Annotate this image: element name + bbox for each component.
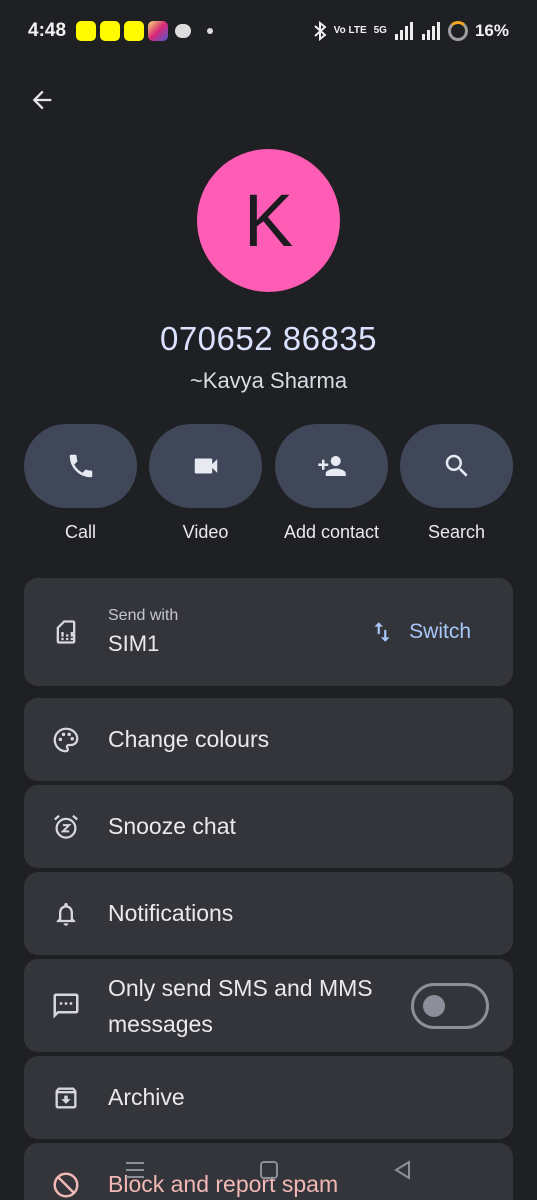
recents-button[interactable] bbox=[123, 1158, 147, 1182]
send-with-card: Send with SIM1 Switch bbox=[24, 578, 513, 686]
battery-icon bbox=[447, 21, 468, 41]
more-notifications-dot-icon bbox=[207, 28, 214, 34]
home-button[interactable] bbox=[257, 1158, 281, 1182]
system-nav-bar bbox=[0, 1150, 537, 1190]
add-contact-label: Add contact bbox=[283, 522, 380, 542]
add-person-icon bbox=[317, 456, 346, 476]
snapchat-icon bbox=[76, 21, 97, 41]
notifications-label: Notifications bbox=[108, 900, 234, 926]
menu-lines-icon bbox=[125, 1162, 144, 1178]
palette-icon bbox=[53, 727, 79, 752]
battery-level: 16% bbox=[474, 21, 509, 40]
notifications-item[interactable]: Notifications bbox=[24, 872, 513, 955]
status-indicators: Vo LTE 5G 16% bbox=[313, 21, 509, 41]
search-pill[interactable] bbox=[400, 424, 513, 508]
notification-icons bbox=[76, 21, 214, 41]
switch-label: Switch bbox=[409, 620, 471, 643]
search-label: Search bbox=[427, 522, 486, 542]
snooze-chat-item[interactable]: Snooze chat bbox=[24, 785, 513, 868]
home-square-icon bbox=[259, 1161, 278, 1179]
signal-strength-icon bbox=[421, 22, 440, 40]
add-contact-button[interactable]: Add contact bbox=[275, 424, 388, 544]
send-with-value: SIM1 bbox=[108, 631, 160, 656]
signal-strength-icon bbox=[394, 22, 413, 40]
video-label: Video bbox=[182, 522, 229, 542]
toggle-knob bbox=[423, 994, 445, 1017]
send-with-text: Send with SIM1 bbox=[108, 607, 178, 657]
sms-mms-toggle[interactable] bbox=[411, 982, 489, 1029]
chat-bubble-icon bbox=[175, 24, 192, 38]
call-label: Call bbox=[64, 522, 96, 542]
video-icon bbox=[194, 458, 217, 474]
archive-item[interactable]: Archive bbox=[24, 1056, 513, 1139]
5g-indicator: 5G bbox=[373, 25, 387, 36]
swap-vertical-icon bbox=[374, 622, 390, 642]
sim-card-icon bbox=[56, 620, 76, 644]
status-time: 4:48 bbox=[28, 20, 67, 41]
archive-label: Archive bbox=[108, 1084, 185, 1110]
status-bar: 4:48 Vo LTE 5G 16% bbox=[0, 0, 537, 62]
instagram-icon bbox=[148, 21, 169, 41]
send-with-label: Send with bbox=[108, 607, 179, 624]
triangle-back-icon bbox=[393, 1160, 410, 1180]
back-nav-button[interactable] bbox=[391, 1158, 415, 1182]
bluetooth-icon bbox=[313, 21, 327, 41]
video-button[interactable]: Video bbox=[149, 424, 262, 544]
bell-icon bbox=[56, 902, 76, 926]
call-pill[interactable] bbox=[24, 424, 137, 508]
change-colours-item[interactable]: Change colours bbox=[24, 698, 513, 781]
switch-sim-button[interactable]: Switch bbox=[369, 617, 471, 647]
arrow-back-icon bbox=[32, 90, 52, 110]
archive-icon bbox=[55, 1087, 77, 1108]
call-button[interactable]: Call bbox=[24, 424, 137, 544]
contact-name: ~Kavya Sharma bbox=[189, 368, 348, 393]
quick-actions: Call Video Add contact Search bbox=[24, 424, 513, 544]
snapchat-icon bbox=[124, 21, 145, 41]
video-pill[interactable] bbox=[149, 424, 262, 508]
avatar-initial: K bbox=[243, 179, 294, 262]
phone-number: 070652 86835 bbox=[159, 320, 378, 357]
sms-mms-item[interactable]: Only send SMS and MMS messages bbox=[24, 959, 513, 1052]
snooze-chat-label: Snooze chat bbox=[108, 813, 236, 839]
change-colours-label: Change colours bbox=[108, 726, 270, 752]
snapchat-icon bbox=[100, 21, 121, 41]
phone-icon bbox=[69, 454, 92, 478]
avatar: K bbox=[197, 149, 340, 292]
volte-indicator: Vo LTE bbox=[333, 25, 367, 36]
sms-message-icon bbox=[53, 993, 79, 1018]
snooze-alarm-icon bbox=[54, 814, 78, 839]
search-icon bbox=[445, 454, 468, 477]
search-button[interactable]: Search bbox=[400, 424, 513, 544]
sim-icon-wrap bbox=[24, 617, 108, 647]
sms-mms-label: Only send SMS and MMS messages bbox=[108, 974, 373, 1037]
add-contact-pill[interactable] bbox=[275, 424, 388, 508]
back-button[interactable] bbox=[22, 80, 62, 120]
